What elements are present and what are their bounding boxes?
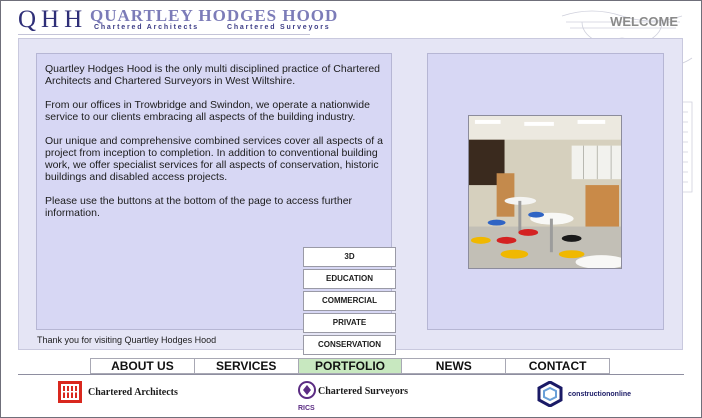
portfolio-item-conservation[interactable]: CONSERVATION [303, 335, 396, 355]
welcome-heading: WELCOME [610, 14, 678, 29]
portfolio-item-3d[interactable]: 3D [303, 247, 396, 267]
portfolio-item-education[interactable]: EDUCATION [303, 269, 396, 289]
nav-contact[interactable]: CONTACT [506, 359, 609, 373]
rics-logo-icon: RICS [298, 381, 316, 412]
riba-logo-icon [58, 381, 82, 403]
construction-online-logo-icon [537, 381, 563, 407]
portfolio-item-private[interactable]: PRIVATE [303, 313, 396, 333]
main-nav: ABOUT US SERVICES PORTFOLIO NEWS CONTACT [90, 358, 610, 374]
intro-paragraph-3: Our unique and comprehensive combined se… [45, 135, 383, 183]
construction-online-label: constructiononline [568, 390, 631, 398]
nav-portfolio[interactable]: PORTFOLIO [298, 359, 403, 373]
portfolio-item-commercial[interactable]: COMMERCIAL [303, 291, 396, 311]
header-divider [18, 34, 310, 35]
intro-paragraph-2: From our offices in Trowbridge and Swind… [45, 99, 370, 123]
brand-name: QUARTLEY HODGES HOOD [90, 6, 339, 25]
thanks-message: Thank you for visiting Quartley Hodges H… [37, 335, 217, 345]
intro-paragraph-1: Quartley Hodges Hood is the only multi d… [45, 63, 381, 87]
nav-divider [18, 374, 684, 375]
nav-services[interactable]: SERVICES [195, 359, 299, 373]
brand-subtitle-surveyors: Chartered Surveyors [227, 24, 331, 31]
footer-surveyors[interactable]: RICS Chartered Surveyors [296, 379, 426, 413]
brand-subtitle-architects: Chartered Architects [94, 24, 199, 31]
brand-subtitle: Chartered Architects Chartered Surveyors [94, 24, 330, 31]
nav-about-us[interactable]: ABOUT US [91, 359, 195, 373]
intro-paragraph-4: Please use the buttons at the bottom of … [45, 195, 353, 219]
footer-architects[interactable]: Chartered Architects [58, 381, 178, 403]
nav-news[interactable]: NEWS [402, 359, 507, 373]
brand-monogram: QHH [18, 6, 88, 33]
office-interior-photo [468, 115, 622, 269]
surveyors-logo-label: Chartered Surveyors [318, 386, 409, 397]
portfolio-dropdown-menu: 3D EDUCATION COMMERCIAL PRIVATE CONSERVA… [303, 247, 396, 357]
architects-logo-label: Chartered Architects [88, 386, 178, 398]
intro-text: Quartley Hodges Hood is the only multi d… [45, 63, 387, 231]
rics-logo-text: RICS [298, 405, 315, 412]
footer-construction-online[interactable]: constructiononline [537, 381, 631, 407]
